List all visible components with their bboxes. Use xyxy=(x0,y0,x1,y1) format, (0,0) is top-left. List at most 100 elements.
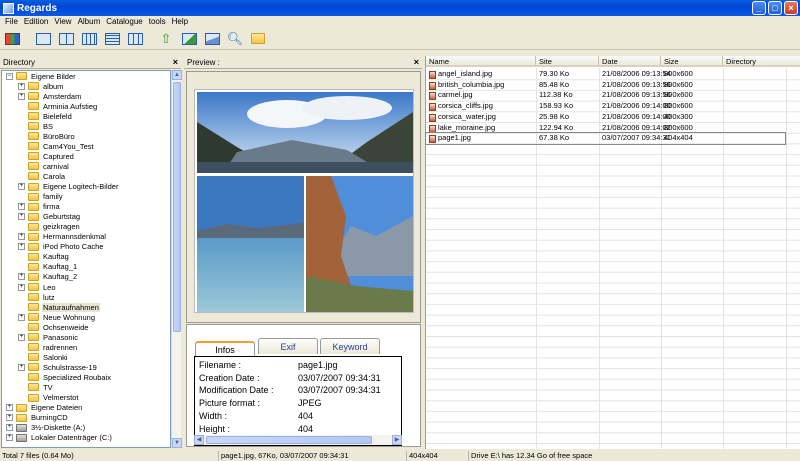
tree-item[interactable]: + Panasonic xyxy=(2,332,170,342)
tree-item[interactable]: Cam4You_Test xyxy=(2,141,170,151)
search-button[interactable]: 🔍︎ xyxy=(226,30,244,48)
close-button[interactable]: × xyxy=(784,1,798,15)
tree-item[interactable]: Naturaufnahmen xyxy=(2,302,170,312)
export-button[interactable] xyxy=(180,30,198,48)
tree-item[interactable]: + firma xyxy=(2,202,170,212)
tree-expander-icon[interactable]: + xyxy=(6,434,13,442)
menu-edition[interactable]: Edition xyxy=(21,17,51,26)
tree-item[interactable]: + Leo xyxy=(2,282,170,292)
menu-help[interactable]: Help xyxy=(169,17,191,26)
tree-expander-icon[interactable]: + xyxy=(6,424,13,432)
scroll-up-icon[interactable]: ▲ xyxy=(172,70,182,80)
single-view-button[interactable] xyxy=(34,30,52,48)
tree-expander-icon[interactable]: + xyxy=(18,233,25,241)
tree-expander-icon[interactable]: + xyxy=(18,363,25,371)
tree-item[interactable]: Kauftag xyxy=(2,252,170,262)
grid-view-button[interactable] xyxy=(126,30,144,48)
tree-item[interactable]: + BurningCD xyxy=(2,413,170,423)
filmstrip-button[interactable] xyxy=(80,30,98,48)
tab-keyword[interactable]: Keyword xyxy=(320,338,380,354)
menu-tools[interactable]: tools xyxy=(146,17,169,26)
split-view-button[interactable] xyxy=(57,30,75,48)
column-date[interactable]: Date xyxy=(599,56,661,67)
column-size[interactable]: Size xyxy=(661,56,723,67)
tree-expander-icon[interactable]: + xyxy=(18,313,25,321)
scroll-down-icon[interactable]: ▼ xyxy=(172,438,182,448)
tree-item[interactable]: Velmerstot xyxy=(2,393,170,403)
tree-item[interactable]: + Neue Wohnung xyxy=(2,312,170,322)
palette-button[interactable] xyxy=(3,30,21,48)
tree-expander-icon[interactable]: + xyxy=(6,414,13,422)
tree-expander-icon[interactable]: + xyxy=(18,92,25,100)
tree-item[interactable]: +3½-Diskette (A:) xyxy=(2,423,170,433)
maximize-button[interactable]: □ xyxy=(768,1,782,15)
tree-item[interactable]: + Lokaler Datenträger (C:) xyxy=(2,433,170,443)
column-directory[interactable]: Directory xyxy=(723,56,800,67)
directory-tree[interactable]: − Eigene Bilder + album + Amsterdam Arminia Au… xyxy=(1,70,171,448)
file-row[interactable]: british_columbia.jpg 85.48 Ko 21/08/2006 0… xyxy=(426,80,785,91)
tree-item[interactable]: + Hermannsdenkmal xyxy=(2,232,170,242)
file-row[interactable]: corsica_water.jpg 25.98 Ko 21/08/2006 09:1… xyxy=(426,112,785,123)
close-directory-icon[interactable]: × xyxy=(173,57,178,67)
menu-album[interactable]: Album xyxy=(75,17,104,26)
scroll-thumb[interactable] xyxy=(173,82,181,332)
file-row[interactable]: corsica_cliffs.jpg 158.93 Ko 21/08/2006 09… xyxy=(426,101,785,112)
scroll-left-icon[interactable]: ◀ xyxy=(194,435,204,445)
close-preview-icon[interactable]: × xyxy=(414,57,419,67)
tree-item[interactable]: + iPod Photo Cache xyxy=(2,242,170,252)
tree-item[interactable]: Ochsenweide xyxy=(2,322,170,332)
tree-item[interactable]: + Eigene Dateien xyxy=(2,403,170,413)
tree-expander-icon[interactable]: + xyxy=(6,404,13,412)
file-row[interactable]: angel_island.jpg 79.30 Ko 21/08/2006 09:13… xyxy=(426,69,785,80)
menu-view[interactable]: View xyxy=(51,17,74,26)
tree-item[interactable]: radrennen xyxy=(2,342,170,352)
tree-expander-icon[interactable]: + xyxy=(18,203,25,211)
tree-item[interactable]: + Schulstrasse-19 xyxy=(2,362,170,372)
scroll-right-icon[interactable]: ▶ xyxy=(392,435,402,445)
folder-open-button[interactable] xyxy=(249,30,267,48)
file-row[interactable]: page1.jpg 67.38 Ko 03/07/2007 09:34:31 404x… xyxy=(425,132,786,145)
file-list[interactable]: Name Site Date Size Directory angel_isla… xyxy=(425,56,800,449)
tree-expander-icon[interactable]: + xyxy=(18,333,25,341)
tree-item[interactable]: TV xyxy=(2,382,170,392)
hscroll-thumb[interactable] xyxy=(206,436,372,444)
tree-item[interactable]: Captured xyxy=(2,151,170,161)
tree-item[interactable]: − Eigene Bilder xyxy=(2,71,170,81)
tree-item[interactable]: BS xyxy=(2,121,170,131)
tree-item[interactable]: + Eigene Logitech-Bilder xyxy=(2,182,170,192)
info-hscrollbar[interactable]: ◀ ▶ xyxy=(194,435,402,445)
slideshow-button[interactable] xyxy=(203,30,221,48)
tree-item[interactable]: Kauftag_1 xyxy=(2,262,170,272)
tree-item[interactable]: family xyxy=(2,192,170,202)
file-row[interactable]: carmel.jpg 112.38 Ko 21/08/2006 09:13:56 80… xyxy=(426,90,785,101)
directory-scrollbar[interactable]: ▲ ▼ xyxy=(171,70,182,448)
tree-item[interactable]: carnival xyxy=(2,161,170,171)
column-name[interactable]: Name xyxy=(426,56,536,67)
tree-item[interactable]: + Geburtstag xyxy=(2,212,170,222)
tree-expander-icon[interactable]: + xyxy=(18,183,25,191)
tree-expander-icon[interactable]: + xyxy=(18,283,25,291)
menu-catalogue[interactable]: Catalogue xyxy=(103,17,145,26)
menu-file[interactable]: File xyxy=(2,17,21,26)
list-view-button[interactable] xyxy=(103,30,121,48)
minimize-button[interactable]: _ xyxy=(752,1,766,15)
tree-item[interactable]: Arminia Aufstieg xyxy=(2,101,170,111)
tab-infos[interactable]: Infos xyxy=(195,341,255,357)
tree-item[interactable]: geizkragen xyxy=(2,222,170,232)
tree-item[interactable]: + Amsterdam xyxy=(2,91,170,101)
up-folder-button[interactable]: ⇧ xyxy=(157,30,175,48)
tab-exif[interactable]: Exif xyxy=(258,338,318,354)
tree-item[interactable]: Salonki xyxy=(2,352,170,362)
tree-item[interactable]: + album xyxy=(2,81,170,91)
tree-item[interactable]: + Kauftag_2 xyxy=(2,272,170,282)
column-site[interactable]: Site xyxy=(536,56,599,67)
tree-item[interactable]: Specialized Roubaix xyxy=(2,372,170,382)
file-row[interactable]: lake_moraine.jpg 122.94 Ko 21/08/2006 09:1… xyxy=(426,123,785,134)
tree-item[interactable]: Bielefeld xyxy=(2,111,170,121)
tree-expander-icon[interactable]: + xyxy=(18,243,25,251)
tree-expander-icon[interactable]: + xyxy=(18,213,25,221)
tree-expander-icon[interactable]: − xyxy=(6,72,13,80)
tree-item[interactable]: Carola xyxy=(2,171,170,181)
tree-item[interactable]: lutz xyxy=(2,292,170,302)
tree-expander-icon[interactable]: + xyxy=(18,82,25,90)
